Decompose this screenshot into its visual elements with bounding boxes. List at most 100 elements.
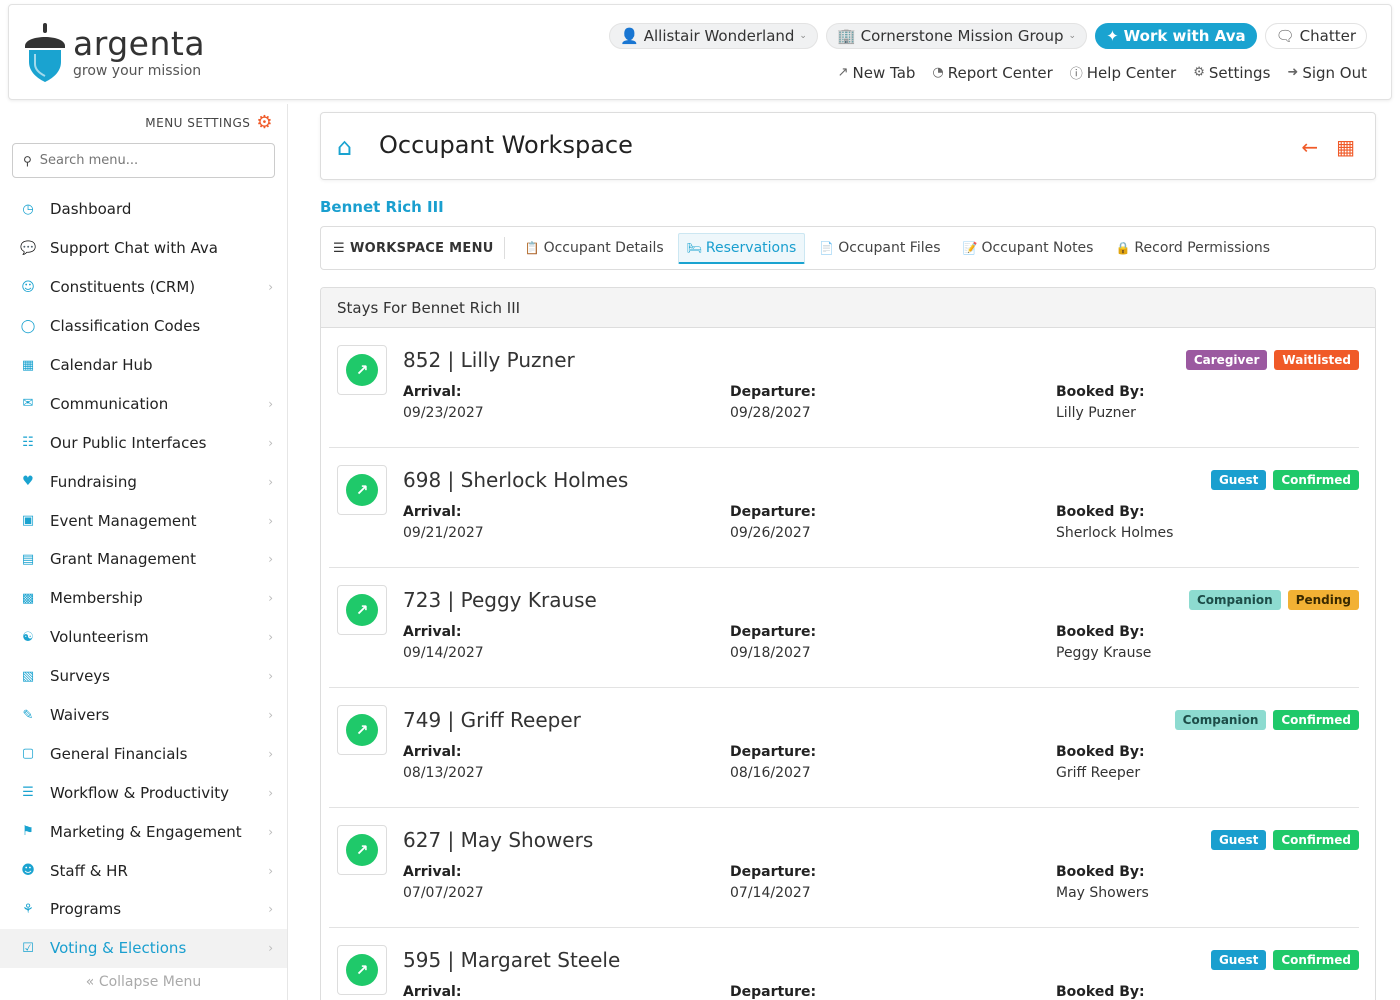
dashboard-icon: ◷ — [22, 201, 34, 217]
new-tab-link[interactable]: ↗ New Tab — [838, 63, 916, 82]
sidebar-item-voting-elections[interactable]: ☑ Voting & Elections › — [0, 928, 287, 968]
chevron-right-icon: › — [268, 396, 273, 411]
tab-record-permissions[interactable]: 🔒 Record Permissions — [1107, 234, 1278, 262]
stay-title[interactable]: 627 | May Showers — [403, 828, 593, 852]
stay-badges: Companion Pending — [1189, 590, 1359, 610]
clipboard-icon: 📋 — [524, 241, 540, 255]
stay-title[interactable]: 749 | Griff Reeper — [403, 708, 581, 732]
status-badge: Caregiver — [1185, 350, 1268, 370]
people-icon: ☺ — [21, 279, 35, 295]
open-external-icon: ↗ — [346, 594, 378, 626]
stay-title[interactable]: 723 | Peggy Krause — [403, 588, 597, 612]
departure-label: Departure: — [730, 744, 817, 760]
open-stay-button[interactable]: ↗ — [337, 705, 387, 755]
header-links: ↗ New Tab ◔ Report Center ⓘ Help Center ⚙ Se… — [838, 63, 1367, 83]
stay-badges: Guest Confirmed — [1210, 950, 1359, 970]
report-center-link[interactable]: ◔ Report Center — [932, 63, 1052, 82]
search-icon: ⚲ — [23, 153, 32, 168]
open-external-icon: ↗ — [346, 714, 378, 746]
org-switcher[interactable]: 🏢 Cornerstone Mission Group ⌄ — [825, 23, 1088, 49]
tab-occupant-files[interactable]: 📄 Occupant Files — [811, 234, 948, 262]
booked-by-value: May Showers — [1056, 885, 1149, 901]
sidebar-item-dashboard[interactable]: ◷ Dashboard — [0, 190, 287, 229]
workspace-menu-bar: ☰ WORKSPACE MENU 📋 Occupant Details 🛏 Rese… — [320, 226, 1376, 270]
booked-by-value: Griff Reeper — [1056, 765, 1141, 781]
id-card-icon: ▩ — [21, 590, 35, 606]
occupant-name-link[interactable]: Bennet Rich III — [320, 198, 444, 216]
sidebar-item-workflow-productivity[interactable]: ☰ Workflow & Productivity › — [0, 773, 287, 812]
sidebar-item-marketing-engagement[interactable]: ⚑ Marketing & Engagement › — [0, 812, 287, 851]
money-icon: ▢ — [21, 746, 35, 762]
open-stay-button[interactable]: ↗ — [337, 945, 387, 995]
event-icon: ▣ — [21, 513, 35, 529]
sidebar-item-volunteerism[interactable]: ☯ Volunteerism › — [0, 618, 287, 657]
list-icon: ☰ — [22, 785, 34, 801]
sidebar-item-communication[interactable]: ✉ Communication › — [0, 384, 287, 423]
org-name: Cornerstone Mission Group — [860, 27, 1064, 45]
search-input[interactable] — [39, 153, 250, 168]
gear-icon: ⚙ — [256, 112, 273, 133]
chevron-right-icon: › — [268, 669, 273, 684]
help-center-link[interactable]: ⓘ Help Center — [1070, 63, 1176, 83]
sidebar-item-our-public-interfaces[interactable]: ☷ Our Public Interfaces › — [0, 423, 287, 462]
status-badge: Waitlisted — [1274, 350, 1359, 370]
sidebar-item-grant-management[interactable]: ▤ Grant Management › — [0, 540, 287, 579]
report-center-label: Report Center — [947, 63, 1053, 82]
sidebar-item-membership[interactable]: ▩ Membership › — [0, 579, 287, 618]
user-name: Allistair Wonderland — [643, 27, 795, 45]
tab-label: Occupant Files — [838, 240, 941, 256]
double-chevron-left-icon: « — [85, 974, 95, 990]
open-stay-button[interactable]: ↗ — [337, 825, 387, 875]
sidebar-item-surveys[interactable]: ▧ Surveys › — [0, 657, 287, 696]
collapse-menu-button[interactable]: « Collapse Menu — [0, 968, 287, 990]
sidebar-item-general-financials[interactable]: ▢ General Financials › — [0, 734, 287, 773]
app-header: argenta grow your mission 👤 Allistair Wo… — [8, 4, 1392, 100]
grid-menu-icon[interactable]: ▦ — [1336, 135, 1355, 159]
brand-logo[interactable]: argenta grow your mission — [23, 22, 213, 84]
page-title: Occupant Workspace — [379, 131, 633, 159]
arrival-label: Arrival: — [403, 384, 462, 400]
menu-search[interactable]: ⚲ — [12, 143, 275, 178]
tab-reservations[interactable]: 🛏 Reservations — [677, 232, 806, 264]
open-stay-button[interactable]: ↗ — [337, 585, 387, 635]
sidebar-item-constituents-crm[interactable]: ☺ Constituents (CRM) › — [0, 268, 287, 307]
sidebar-item-label: Dashboard — [50, 200, 132, 219]
workspace-menu-toggle[interactable]: ☰ WORKSPACE MENU — [333, 237, 505, 259]
stay-badges: Guest Confirmed — [1210, 470, 1359, 490]
sidebar-item-label: Membership — [50, 589, 143, 608]
sidebar-item-event-management[interactable]: ▣ Event Management › — [0, 501, 287, 540]
stay-title[interactable]: 595 | Margaret Steele — [403, 948, 620, 972]
megaphone-icon: ⚑ — [22, 824, 34, 840]
sidebar-item-calendar-hub[interactable]: ▦ Calendar Hub — [0, 346, 287, 385]
sidebar-item-waivers[interactable]: ✎ Waivers › — [0, 696, 287, 735]
open-stay-button[interactable]: ↗ — [337, 345, 387, 395]
booked-by-label: Booked By: — [1056, 384, 1145, 400]
sidebar-item-label: Volunteerism — [50, 628, 149, 647]
departure-label: Departure: — [730, 384, 817, 400]
sign-out-link[interactable]: ➜ Sign Out — [1287, 63, 1367, 82]
sidebar-item-support-chat-with-ava[interactable]: 💬 Support Chat with Ava — [0, 229, 287, 268]
work-with-ava-button[interactable]: ✦ Work with Ava — [1095, 23, 1257, 49]
sidebar-item-staff-hr[interactable]: ☻ Staff & HR › — [0, 851, 287, 890]
sidebar-item-fundraising[interactable]: ♥ Fundraising › — [0, 462, 287, 501]
stay-title[interactable]: 852 | Lilly Puzner — [403, 348, 575, 372]
tab-occupant-notes[interactable]: 📝 Occupant Notes — [955, 234, 1102, 262]
menu-settings[interactable]: MENU SETTINGS ⚙ — [145, 112, 273, 133]
sidebar-item-classification-codes[interactable]: ◯ Classification Codes — [0, 307, 287, 346]
settings-link[interactable]: ⚙ Settings — [1193, 63, 1270, 82]
sidebar-item-programs[interactable]: ⚘ Programs › — [0, 890, 287, 929]
chevron-right-icon: › — [268, 513, 273, 528]
waiver-icon: ✎ — [22, 707, 34, 723]
back-arrow-icon[interactable]: ← — [1301, 135, 1318, 159]
stay-title[interactable]: 698 | Sherlock Holmes — [403, 468, 628, 492]
chevron-right-icon: › — [268, 474, 273, 489]
arrival-label: Arrival: — [403, 984, 462, 1000]
chatter-button[interactable]: 🗨 Chatter — [1264, 23, 1367, 49]
open-stay-button[interactable]: ↗ — [337, 465, 387, 515]
chatter-label: Chatter — [1299, 27, 1356, 45]
departure-label: Departure: — [730, 864, 817, 880]
tab-occupant-details[interactable]: 📋 Occupant Details — [517, 234, 672, 262]
stay-card: ↗ 723 | Peggy Krause Arrival: 09/14/2027 Dep… — [329, 568, 1359, 688]
file-icon: 📄 — [819, 241, 835, 255]
user-menu[interactable]: 👤 Allistair Wonderland ⌄ — [609, 23, 818, 49]
